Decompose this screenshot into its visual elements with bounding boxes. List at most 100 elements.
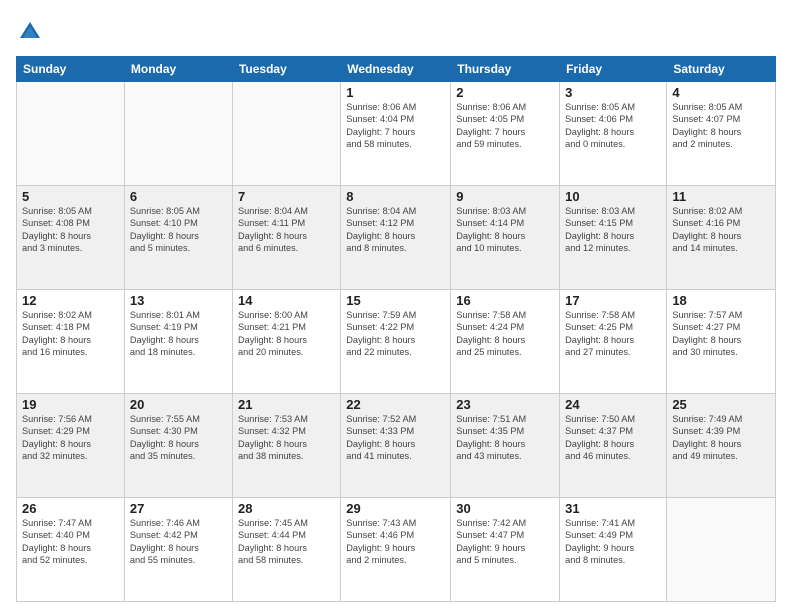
cell-line: Sunset: 4:19 PM: [130, 321, 227, 333]
day-number: 8: [346, 189, 445, 204]
day-number: 3: [565, 85, 661, 100]
cell-line: and 12 minutes.: [565, 242, 661, 254]
cell-line: and 22 minutes.: [346, 346, 445, 358]
cal-cell-1-5: 2Sunrise: 8:06 AMSunset: 4:05 PMDaylight…: [451, 82, 560, 186]
cell-line: Sunset: 4:21 PM: [238, 321, 335, 333]
cell-line: Sunrise: 8:00 AM: [238, 309, 335, 321]
cell-line: Daylight: 8 hours: [456, 438, 554, 450]
cell-line: Sunset: 4:37 PM: [565, 425, 661, 437]
cal-cell-3-7: 18Sunrise: 7:57 AMSunset: 4:27 PMDayligh…: [667, 290, 776, 394]
cell-line: Sunset: 4:29 PM: [22, 425, 119, 437]
cell-line: Daylight: 8 hours: [22, 438, 119, 450]
cal-cell-2-7: 11Sunrise: 8:02 AMSunset: 4:16 PMDayligh…: [667, 186, 776, 290]
cell-line: and 58 minutes.: [346, 138, 445, 150]
cell-line: and 52 minutes.: [22, 554, 119, 566]
cell-line: Sunset: 4:42 PM: [130, 529, 227, 541]
cell-line: Daylight: 8 hours: [238, 230, 335, 242]
cell-line: and 20 minutes.: [238, 346, 335, 358]
day-number: 30: [456, 501, 554, 516]
day-number: 28: [238, 501, 335, 516]
cal-cell-3-2: 13Sunrise: 8:01 AMSunset: 4:19 PMDayligh…: [124, 290, 232, 394]
cell-line: Daylight: 7 hours: [456, 126, 554, 138]
cell-line: Sunset: 4:08 PM: [22, 217, 119, 229]
cell-line: Sunrise: 8:06 AM: [346, 101, 445, 113]
cell-line: Sunrise: 8:06 AM: [456, 101, 554, 113]
cell-line: Sunrise: 7:47 AM: [22, 517, 119, 529]
cal-cell-3-5: 16Sunrise: 7:58 AMSunset: 4:24 PMDayligh…: [451, 290, 560, 394]
cell-line: Sunrise: 7:51 AM: [456, 413, 554, 425]
day-number: 17: [565, 293, 661, 308]
cell-line: Daylight: 9 hours: [346, 542, 445, 554]
cell-line: and 5 minutes.: [456, 554, 554, 566]
cell-line: and 30 minutes.: [672, 346, 770, 358]
cell-line: Daylight: 8 hours: [22, 230, 119, 242]
cell-line: Sunset: 4:33 PM: [346, 425, 445, 437]
cell-line: Sunset: 4:40 PM: [22, 529, 119, 541]
cell-line: Sunrise: 7:58 AM: [565, 309, 661, 321]
day-number: 9: [456, 189, 554, 204]
cal-cell-5-1: 26Sunrise: 7:47 AMSunset: 4:40 PMDayligh…: [17, 498, 125, 602]
cell-line: and 8 minutes.: [346, 242, 445, 254]
cell-line: and 46 minutes.: [565, 450, 661, 462]
cal-cell-5-7: [667, 498, 776, 602]
cell-line: Daylight: 9 hours: [456, 542, 554, 554]
week-row-2: 5Sunrise: 8:05 AMSunset: 4:08 PMDaylight…: [17, 186, 776, 290]
cell-line: and 6 minutes.: [238, 242, 335, 254]
cal-cell-1-3: [232, 82, 340, 186]
cal-cell-4-1: 19Sunrise: 7:56 AMSunset: 4:29 PMDayligh…: [17, 394, 125, 498]
cell-line: and 43 minutes.: [456, 450, 554, 462]
cell-line: and 32 minutes.: [22, 450, 119, 462]
cal-cell-3-6: 17Sunrise: 7:58 AMSunset: 4:25 PMDayligh…: [560, 290, 667, 394]
cell-line: and 59 minutes.: [456, 138, 554, 150]
cal-cell-2-2: 6Sunrise: 8:05 AMSunset: 4:10 PMDaylight…: [124, 186, 232, 290]
cell-line: Daylight: 7 hours: [346, 126, 445, 138]
day-number: 7: [238, 189, 335, 204]
cal-cell-5-2: 27Sunrise: 7:46 AMSunset: 4:42 PMDayligh…: [124, 498, 232, 602]
day-number: 18: [672, 293, 770, 308]
cal-cell-1-7: 4Sunrise: 8:05 AMSunset: 4:07 PMDaylight…: [667, 82, 776, 186]
cell-line: Sunrise: 8:02 AM: [672, 205, 770, 217]
cell-line: Sunrise: 7:49 AM: [672, 413, 770, 425]
cal-cell-2-3: 7Sunrise: 8:04 AMSunset: 4:11 PMDaylight…: [232, 186, 340, 290]
day-number: 10: [565, 189, 661, 204]
cal-cell-4-6: 24Sunrise: 7:50 AMSunset: 4:37 PMDayligh…: [560, 394, 667, 498]
cell-line: Daylight: 8 hours: [22, 334, 119, 346]
cell-line: Sunrise: 8:01 AM: [130, 309, 227, 321]
cell-line: Sunset: 4:14 PM: [456, 217, 554, 229]
cell-line: Sunset: 4:35 PM: [456, 425, 554, 437]
cell-line: Sunset: 4:15 PM: [565, 217, 661, 229]
cal-cell-2-4: 8Sunrise: 8:04 AMSunset: 4:12 PMDaylight…: [341, 186, 451, 290]
cell-line: and 5 minutes.: [130, 242, 227, 254]
cell-line: Sunrise: 7:45 AM: [238, 517, 335, 529]
page: SundayMondayTuesdayWednesdayThursdayFrid…: [0, 0, 792, 612]
cell-line: Daylight: 8 hours: [238, 542, 335, 554]
cell-line: Sunset: 4:39 PM: [672, 425, 770, 437]
cell-line: and 10 minutes.: [456, 242, 554, 254]
day-number: 29: [346, 501, 445, 516]
cal-cell-1-4: 1Sunrise: 8:06 AMSunset: 4:04 PMDaylight…: [341, 82, 451, 186]
cal-cell-1-2: [124, 82, 232, 186]
cal-cell-4-2: 20Sunrise: 7:55 AMSunset: 4:30 PMDayligh…: [124, 394, 232, 498]
cell-line: Daylight: 8 hours: [346, 438, 445, 450]
calendar-table: SundayMondayTuesdayWednesdayThursdayFrid…: [16, 56, 776, 602]
cell-line: and 25 minutes.: [456, 346, 554, 358]
cell-line: and 38 minutes.: [238, 450, 335, 462]
cell-line: Sunrise: 8:03 AM: [456, 205, 554, 217]
cell-line: Sunset: 4:32 PM: [238, 425, 335, 437]
day-number: 22: [346, 397, 445, 412]
cell-line: Daylight: 8 hours: [238, 334, 335, 346]
cell-line: Sunset: 4:12 PM: [346, 217, 445, 229]
cell-line: and 3 minutes.: [22, 242, 119, 254]
cell-line: Sunset: 4:49 PM: [565, 529, 661, 541]
day-number: 12: [22, 293, 119, 308]
day-number: 27: [130, 501, 227, 516]
cell-line: Daylight: 8 hours: [565, 230, 661, 242]
cal-cell-3-4: 15Sunrise: 7:59 AMSunset: 4:22 PMDayligh…: [341, 290, 451, 394]
day-number: 21: [238, 397, 335, 412]
cell-line: Sunrise: 7:56 AM: [22, 413, 119, 425]
cal-cell-2-6: 10Sunrise: 8:03 AMSunset: 4:15 PMDayligh…: [560, 186, 667, 290]
cal-cell-1-6: 3Sunrise: 8:05 AMSunset: 4:06 PMDaylight…: [560, 82, 667, 186]
cell-line: Daylight: 8 hours: [672, 230, 770, 242]
day-number: 25: [672, 397, 770, 412]
cell-line: Daylight: 8 hours: [672, 126, 770, 138]
